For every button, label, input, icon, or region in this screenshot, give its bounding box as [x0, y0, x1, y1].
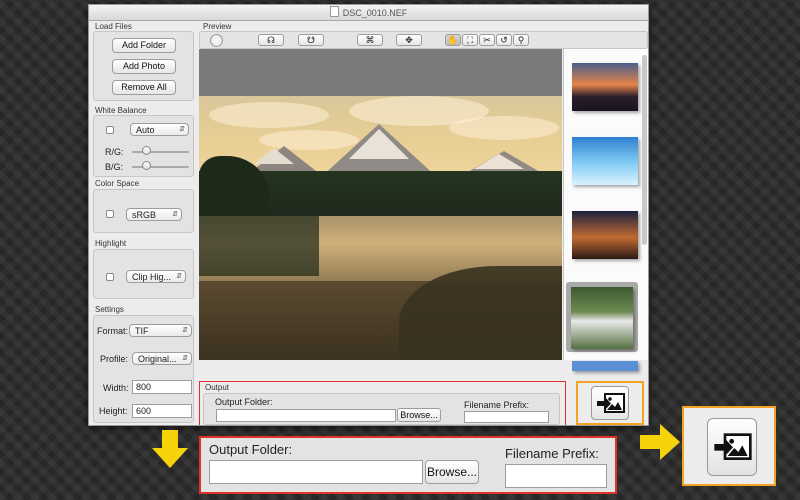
- color-space-checkbox[interactable]: [106, 210, 114, 218]
- highlight-value: Clip Hig...: [132, 272, 172, 282]
- settings-group: Format: TIF ⇵ Profile: Original... ⇵ Width…: [93, 315, 194, 423]
- height-input[interactable]: 600: [132, 404, 192, 418]
- rg-slider-knob[interactable]: [141, 146, 151, 155]
- height-label: Height:: [99, 406, 128, 416]
- preview-photo: [199, 96, 562, 360]
- zoom-button[interactable]: ⚲: [513, 34, 529, 46]
- app-window: DSC_0010.NEF Load Files Add Folder Add P…: [88, 4, 649, 426]
- chevron-updown-icon: ⇵: [176, 273, 182, 280]
- bg-slider-track[interactable]: [132, 166, 189, 168]
- load-files-group: Add Folder Add Photo Remove All: [93, 31, 194, 101]
- scissors-button[interactable]: ✂: [479, 34, 495, 46]
- white-balance-group: Auto ⇵ R/G: B/G:: [93, 115, 194, 177]
- rg-slider-track[interactable]: [132, 151, 189, 153]
- zoom-export-button: [707, 418, 757, 476]
- preview-canvas[interactable]: [199, 49, 562, 360]
- white-balance-select[interactable]: Auto ⇵: [130, 123, 189, 136]
- export-button[interactable]: [591, 386, 629, 420]
- zoom-filename-prefix-label: Filename Prefix:: [505, 446, 599, 461]
- format-select[interactable]: TIF ⇵: [129, 324, 192, 337]
- rotate-left-icon: ☊: [267, 35, 275, 45]
- highlight-group: Clip Hig... ⇵: [93, 249, 194, 299]
- thumbnail-scrollbar[interactable]: [642, 55, 647, 245]
- zoom-browse-button: Browse...: [425, 460, 479, 484]
- rg-label: R/G:: [105, 147, 124, 157]
- right-arrow-icon: [640, 424, 680, 460]
- format-label: Format:: [97, 326, 129, 336]
- fullscreen-icon: ⛶: [466, 35, 474, 45]
- thumbnail-4[interactable]: [571, 287, 633, 349]
- thumbnail-2[interactable]: [572, 137, 638, 185]
- filename-prefix-input[interactable]: [464, 411, 549, 423]
- title-bar: DSC_0010.NEF: [89, 5, 648, 21]
- output-zoom-callout: Output Folder: Browse... Filename Prefix…: [199, 436, 617, 494]
- crop-button[interactable]: ⌘: [357, 34, 383, 46]
- color-space-title: Color Space: [95, 179, 140, 188]
- profile-select[interactable]: Original... ⇵: [132, 352, 192, 365]
- zoom-output-folder-input: [209, 460, 423, 484]
- fullscreen-button[interactable]: ⛶: [462, 34, 478, 46]
- output-folder-label: Output Folder:: [215, 397, 273, 407]
- hand-icon: ✋: [447, 35, 459, 45]
- settings-title: Settings: [95, 305, 124, 314]
- preview-toolbar: ☊ ☋ ⌘ ✥ ✋ ⛶ ✂ ↺ ⚲: [199, 31, 648, 49]
- thumbnail-5[interactable]: [572, 361, 638, 371]
- document-icon: [329, 6, 339, 17]
- profile-value: Original...: [138, 354, 177, 364]
- color-space-value: sRGB: [132, 210, 157, 220]
- highlight-select[interactable]: Clip Hig... ⇵: [126, 270, 186, 283]
- output-group: Output Folder: Browse... Filename Prefix…: [203, 393, 560, 425]
- undo-button[interactable]: ↺: [496, 34, 512, 46]
- highlight-checkbox[interactable]: [106, 273, 114, 281]
- browse-button[interactable]: Browse...: [397, 408, 441, 422]
- thumbnail-3[interactable]: [572, 211, 638, 259]
- format-value: TIF: [135, 326, 149, 336]
- scissors-icon: ✂: [483, 35, 491, 45]
- color-space-group: sRGB ⇵: [93, 189, 194, 233]
- export-image-icon: [597, 393, 625, 413]
- load-files-title: Load Files: [95, 22, 132, 31]
- preview-title: Preview: [203, 22, 232, 31]
- export-zoom-callout: [682, 406, 776, 486]
- highlight-title: Highlight: [95, 239, 127, 248]
- zoom-output-folder-label: Output Folder:: [209, 442, 293, 457]
- down-arrow-icon: [152, 430, 188, 468]
- bg-slider-knob[interactable]: [141, 161, 151, 170]
- remove-all-button[interactable]: Remove All: [112, 80, 176, 95]
- rotate-left-button[interactable]: ☊: [258, 34, 284, 46]
- zoom-icon: ⚲: [517, 35, 525, 45]
- window-title: DSC_0010.NEF: [342, 8, 408, 18]
- bg-label: B/G:: [105, 162, 124, 172]
- white-balance-title: White Balance: [95, 106, 147, 115]
- thumbnail-1[interactable]: [572, 63, 638, 111]
- rotate-right-button[interactable]: ☋: [298, 34, 324, 46]
- zoom-export-image-icon: [714, 433, 752, 460]
- profile-label: Profile:: [100, 354, 129, 364]
- add-photo-button[interactable]: Add Photo: [112, 59, 176, 74]
- fit-icon: ✥: [405, 35, 413, 45]
- crop-icon: ⌘: [365, 35, 375, 45]
- chevron-updown-icon: ⇵: [182, 355, 188, 362]
- color-space-select[interactable]: sRGB ⇵: [126, 208, 182, 221]
- chevron-updown-icon: ⇵: [182, 327, 188, 334]
- thumbnail-list[interactable]: [563, 49, 648, 371]
- width-label: Width:: [103, 383, 129, 393]
- fit-button[interactable]: ✥: [396, 34, 422, 46]
- rotate-right-icon: ☋: [307, 35, 315, 45]
- chevron-updown-icon: ⇵: [179, 126, 185, 133]
- circle-icon[interactable]: [210, 34, 223, 47]
- zoom-filename-prefix-input: [505, 464, 607, 488]
- chevron-updown-icon: ⇵: [172, 211, 178, 218]
- add-folder-button[interactable]: Add Folder: [112, 38, 176, 53]
- white-balance-checkbox[interactable]: [106, 126, 114, 134]
- hand-tool-button[interactable]: ✋: [445, 34, 461, 46]
- white-balance-value: Auto: [136, 125, 155, 135]
- width-input[interactable]: 800: [132, 380, 192, 394]
- output-folder-input[interactable]: [216, 409, 396, 422]
- undo-icon: ↺: [500, 35, 508, 45]
- filename-prefix-label: Filename Prefix:: [464, 400, 530, 410]
